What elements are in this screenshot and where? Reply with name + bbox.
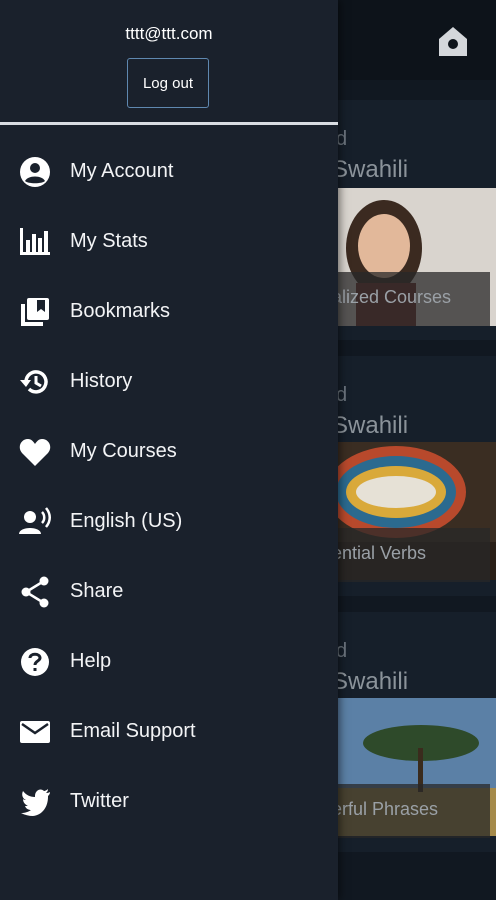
menu-item-label: My Courses bbox=[70, 440, 177, 462]
home-icon bbox=[439, 27, 467, 56]
menu-item-language[interactable]: English (US) bbox=[0, 487, 338, 557]
menu-item-help[interactable]: Help bbox=[0, 627, 338, 697]
menu-item-label: English (US) bbox=[70, 510, 183, 532]
menu-item-my-stats[interactable]: My Stats bbox=[0, 207, 338, 277]
logout-button[interactable]: Log out bbox=[127, 58, 209, 108]
history-icon bbox=[18, 366, 52, 398]
menu-item-label: Email Support bbox=[70, 720, 196, 742]
menu-item-label: My Account bbox=[70, 160, 174, 182]
account-icon bbox=[18, 156, 52, 188]
menu-item-twitter[interactable]: Twitter bbox=[0, 767, 338, 837]
menu-item-label: Twitter bbox=[70, 790, 129, 812]
user-email: tttt@ttt.com bbox=[125, 24, 213, 43]
course-caption: ential Verbs bbox=[320, 528, 490, 582]
stats-icon bbox=[18, 226, 52, 258]
heart-icon bbox=[18, 436, 52, 468]
help-icon bbox=[18, 646, 52, 678]
menu-item-label: History bbox=[70, 370, 133, 392]
course-caption: erful Phrases bbox=[320, 784, 490, 838]
menu-item-share[interactable]: Share bbox=[0, 557, 338, 627]
course-language: Swahili bbox=[332, 156, 409, 183]
menu-item-label: My Stats bbox=[70, 230, 148, 252]
home-button[interactable] bbox=[434, 22, 472, 60]
email-icon bbox=[18, 716, 52, 748]
menu-item-my-courses[interactable]: My Courses bbox=[0, 417, 338, 487]
share-icon bbox=[18, 576, 52, 608]
course-card[interactable]: d Swahili erful Phrases bbox=[320, 612, 496, 852]
bookmarks-icon bbox=[18, 296, 52, 328]
course-caption: alized Courses bbox=[320, 272, 490, 326]
menu-item-my-account[interactable]: My Account bbox=[0, 137, 338, 207]
twitter-icon bbox=[18, 786, 52, 818]
drawer-header: tttt@ttt.com Log out bbox=[0, 0, 338, 122]
menu-item-email-support[interactable]: Email Support bbox=[0, 697, 338, 767]
menu-item-history[interactable]: History bbox=[0, 347, 338, 417]
course-language: Swahili bbox=[332, 668, 409, 695]
menu-item-label: Bookmarks bbox=[70, 300, 171, 322]
course-card[interactable]: d Swahili alized Courses bbox=[320, 100, 496, 340]
header-divider bbox=[0, 122, 338, 125]
course-card[interactable]: d Swahili ential Verbs bbox=[320, 356, 496, 596]
navigation-drawer: tttt@ttt.com Log out My Account My Stats… bbox=[0, 0, 338, 900]
menu-item-bookmarks[interactable]: Bookmarks bbox=[0, 277, 338, 347]
menu-item-label: Share bbox=[70, 580, 124, 602]
course-language: Swahili bbox=[332, 412, 409, 439]
language-voice-icon bbox=[18, 506, 52, 538]
menu-item-label: Help bbox=[70, 650, 112, 672]
